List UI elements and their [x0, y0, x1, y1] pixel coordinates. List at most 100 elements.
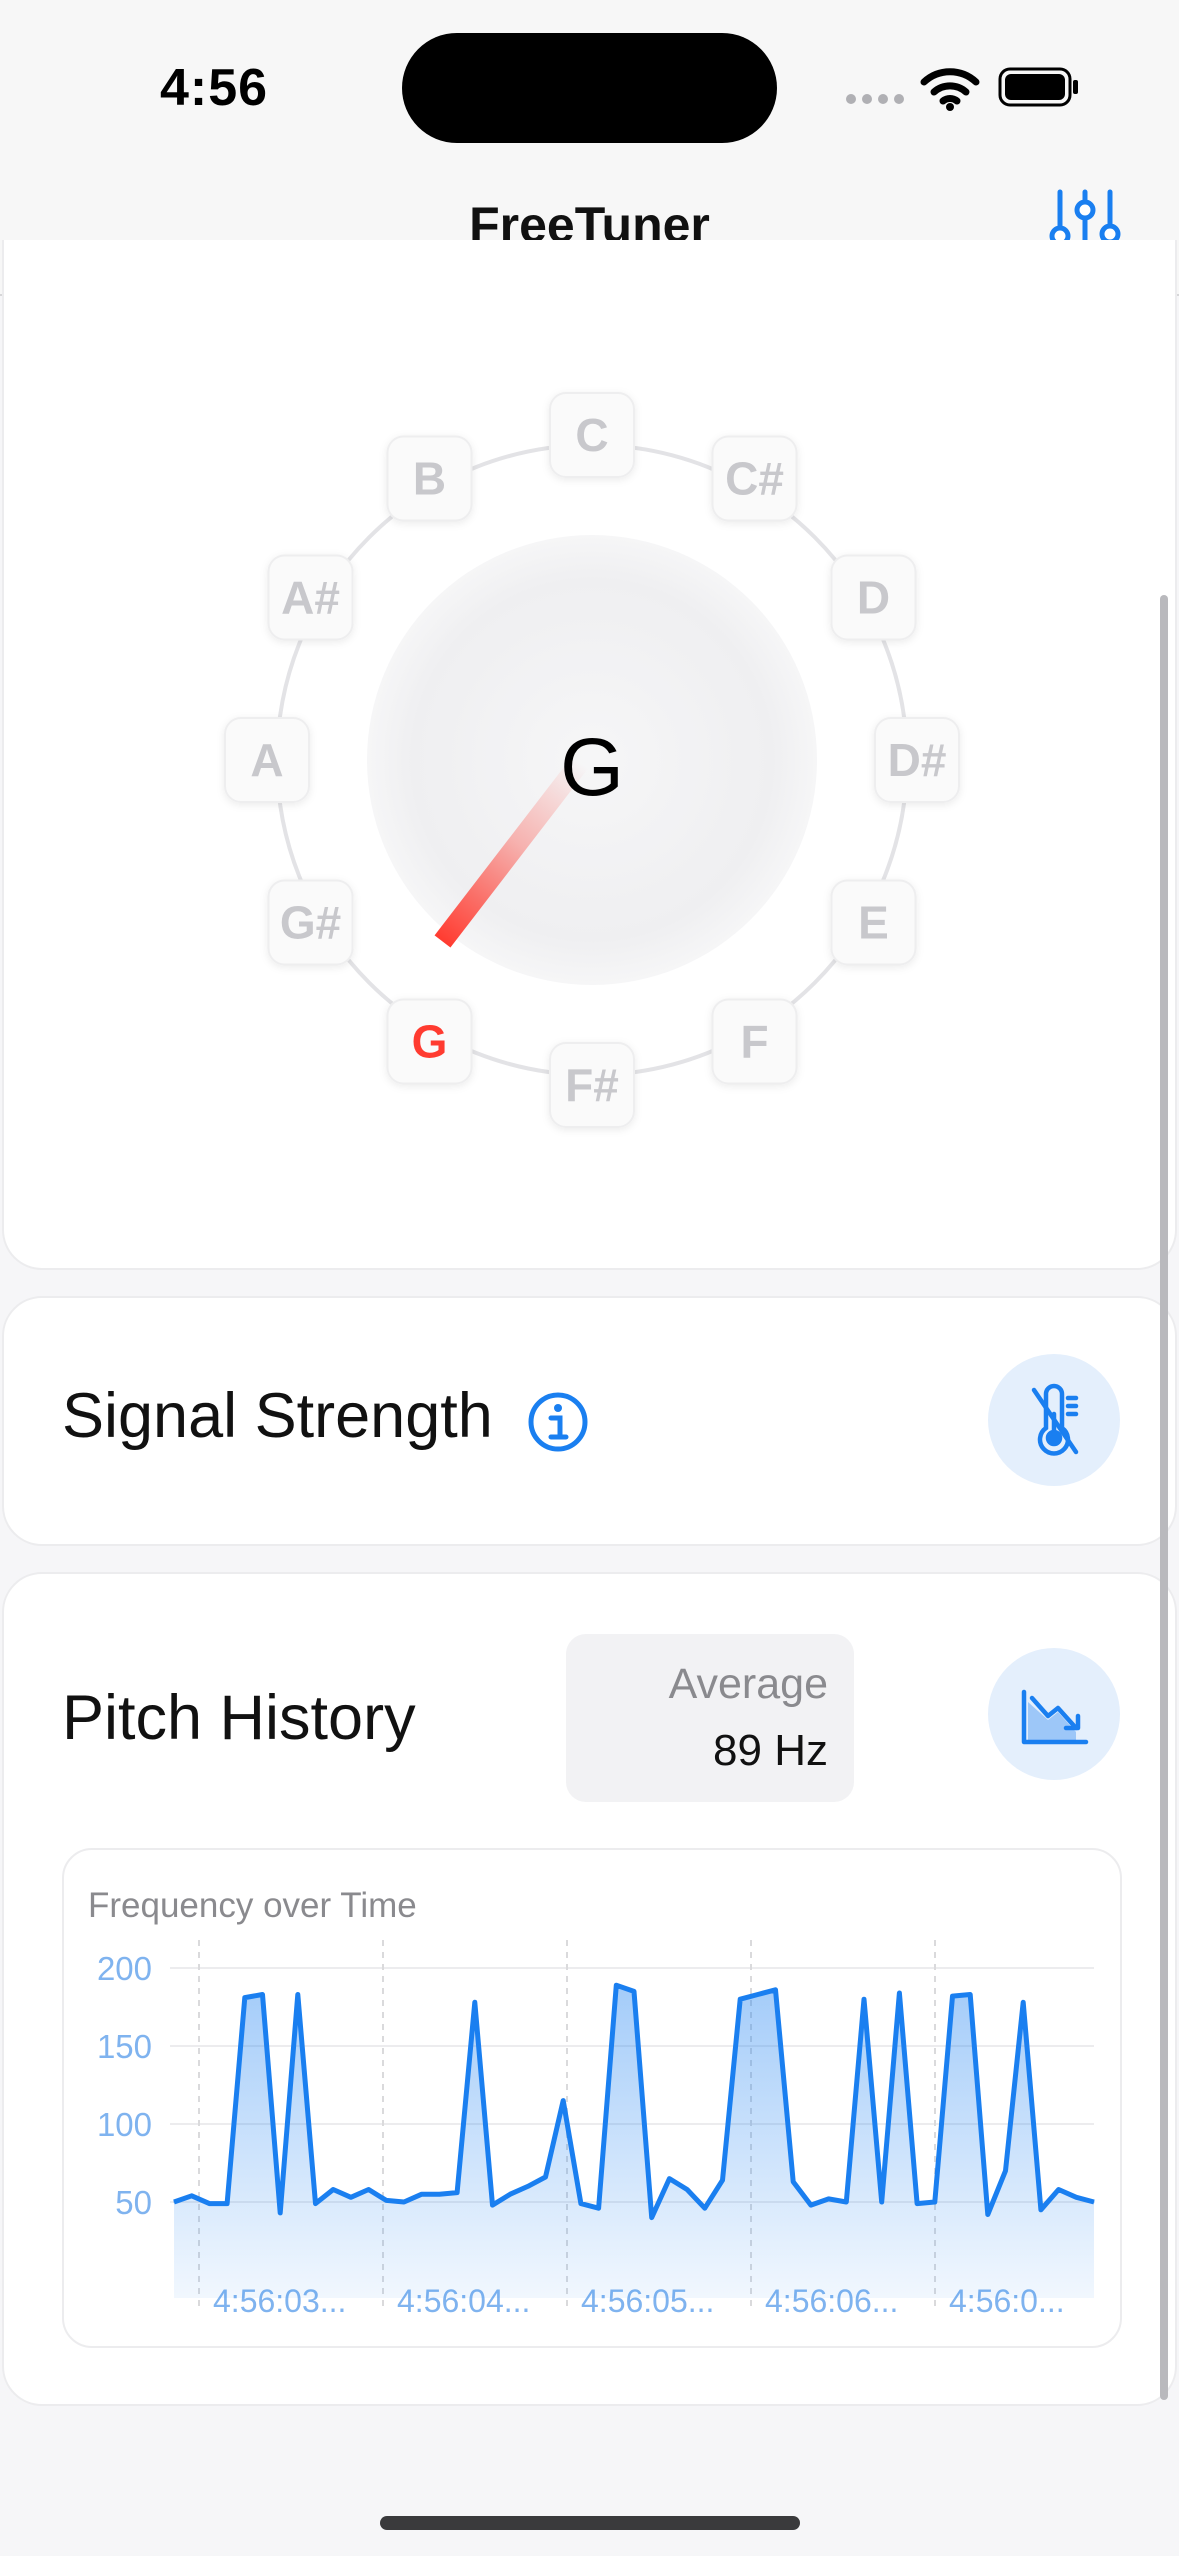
data-point	[1093, 2201, 1095, 2203]
data-point	[1075, 2196, 1077, 2198]
scroll-indicator[interactable]	[1160, 595, 1168, 2400]
status-bar: 4:56	[0, 0, 1179, 150]
data-point	[845, 2201, 847, 2203]
data-point	[421, 2193, 423, 2195]
data-point	[598, 2207, 600, 2209]
data-point	[509, 2193, 511, 2195]
note-label: E	[858, 897, 889, 949]
cellular-signal-icon	[846, 94, 904, 104]
data-point	[810, 2204, 812, 2206]
data-point	[881, 2201, 883, 2203]
data-point	[368, 2189, 370, 2191]
data-point	[208, 2203, 210, 2205]
thermometer-slash-icon	[1031, 1383, 1079, 1456]
data-point	[775, 1989, 777, 1991]
data-point	[615, 1984, 617, 1986]
data-point	[704, 2207, 706, 2209]
tuner-card: C C# D D# E F F# G G# A A# B G	[2, 240, 1177, 1270]
data-point	[332, 2189, 334, 2191]
y-tick-label: 100	[97, 2106, 152, 2143]
data-point	[792, 2181, 794, 2183]
data-point	[491, 2204, 493, 2206]
note-label: C#	[725, 453, 784, 505]
note-label: G#	[280, 897, 341, 949]
data-point	[987, 2213, 989, 2215]
note-label: G	[412, 1015, 448, 1067]
battery-icon	[998, 67, 1078, 107]
data-point	[739, 1998, 741, 2000]
note-chip: G#	[267, 879, 354, 966]
y-tick-label: 150	[97, 2028, 152, 2065]
note-chip: A	[224, 717, 310, 803]
data-point	[456, 2192, 458, 2194]
tuner-dial: C C# D D# E F F# G G# A A# B G	[224, 392, 960, 1128]
y-tick-label: 50	[115, 2184, 152, 2221]
note-chip: C	[549, 392, 635, 478]
data-point	[951, 1995, 953, 1997]
current-note-label: G	[560, 722, 624, 813]
note-chip: B	[386, 435, 473, 522]
signal-strength-title: Signal Strength	[62, 1381, 493, 1451]
average-box: Average 89 Hz	[566, 1634, 854, 1802]
data-point	[1005, 2170, 1007, 2172]
note-chip: A#	[267, 554, 354, 641]
note-label: D#	[888, 734, 947, 786]
data-point	[898, 1992, 900, 1994]
note-chip: G	[386, 998, 473, 1085]
data-point	[863, 1998, 865, 2000]
data-point	[633, 1990, 635, 1992]
data-point	[580, 2203, 582, 2205]
data-point	[350, 2196, 352, 2198]
note-label: B	[413, 453, 446, 505]
data-point	[191, 2195, 193, 2197]
data-point	[562, 2100, 564, 2102]
signal-toggle-button[interactable]	[988, 1354, 1120, 1486]
home-indicator[interactable]	[380, 2516, 800, 2530]
average-label: Average	[668, 1660, 828, 1708]
data-point	[403, 2201, 405, 2203]
dynamic-island	[402, 33, 777, 143]
data-point	[527, 2185, 529, 2187]
data-point	[757, 1994, 759, 1996]
data-point	[279, 2212, 281, 2214]
data-point	[261, 1994, 263, 1996]
data-point	[173, 2201, 175, 2203]
history-chart-button[interactable]	[988, 1648, 1120, 1780]
data-point	[545, 2176, 547, 2178]
data-point	[934, 2201, 936, 2203]
note-label: C	[575, 409, 608, 461]
chart-plot: 501001502004:56:03... 4:56:04... 4:56:05..…	[97, 1940, 1095, 2319]
data-point	[686, 2189, 688, 2191]
data-point	[916, 2203, 918, 2205]
data-point	[315, 2203, 317, 2205]
data-point	[297, 1994, 299, 1996]
data-point	[438, 2193, 440, 2195]
data-point	[1040, 2209, 1042, 2211]
note-chip: D#	[874, 717, 960, 803]
pitch-history-card: Pitch History Average 89 Hz Frequency ov…	[2, 1572, 1177, 2406]
frequency-chart: Frequency over Time 50 100 150 200 4:56:03..…	[62, 1848, 1122, 2348]
chart-line-downtrend-icon	[1021, 1689, 1089, 1745]
info-circle-icon[interactable]	[526, 1390, 590, 1454]
wifi-icon	[920, 68, 980, 111]
y-tick-label: 200	[97, 1950, 152, 1987]
data-point	[651, 2217, 653, 2219]
note-chip: C#	[711, 435, 798, 522]
note-chip: E	[830, 879, 917, 966]
note-label: F#	[565, 1059, 619, 1111]
note-label: A#	[281, 572, 340, 624]
note-chip: F#	[549, 1042, 635, 1128]
data-point	[474, 2001, 476, 2003]
data-point	[1022, 2001, 1024, 2003]
pitch-history-title: Pitch History	[62, 1683, 416, 1753]
average-value: 89 Hz	[713, 1726, 828, 1775]
status-time: 4:56	[160, 59, 269, 117]
data-point	[244, 1997, 246, 1999]
note-label: D	[857, 572, 890, 624]
note-chip: D	[830, 554, 917, 641]
data-point	[1058, 2189, 1060, 2191]
note-chip: F	[711, 998, 798, 1085]
data-point	[385, 2199, 387, 2201]
note-label: A	[250, 734, 283, 786]
data-point	[226, 2203, 228, 2205]
